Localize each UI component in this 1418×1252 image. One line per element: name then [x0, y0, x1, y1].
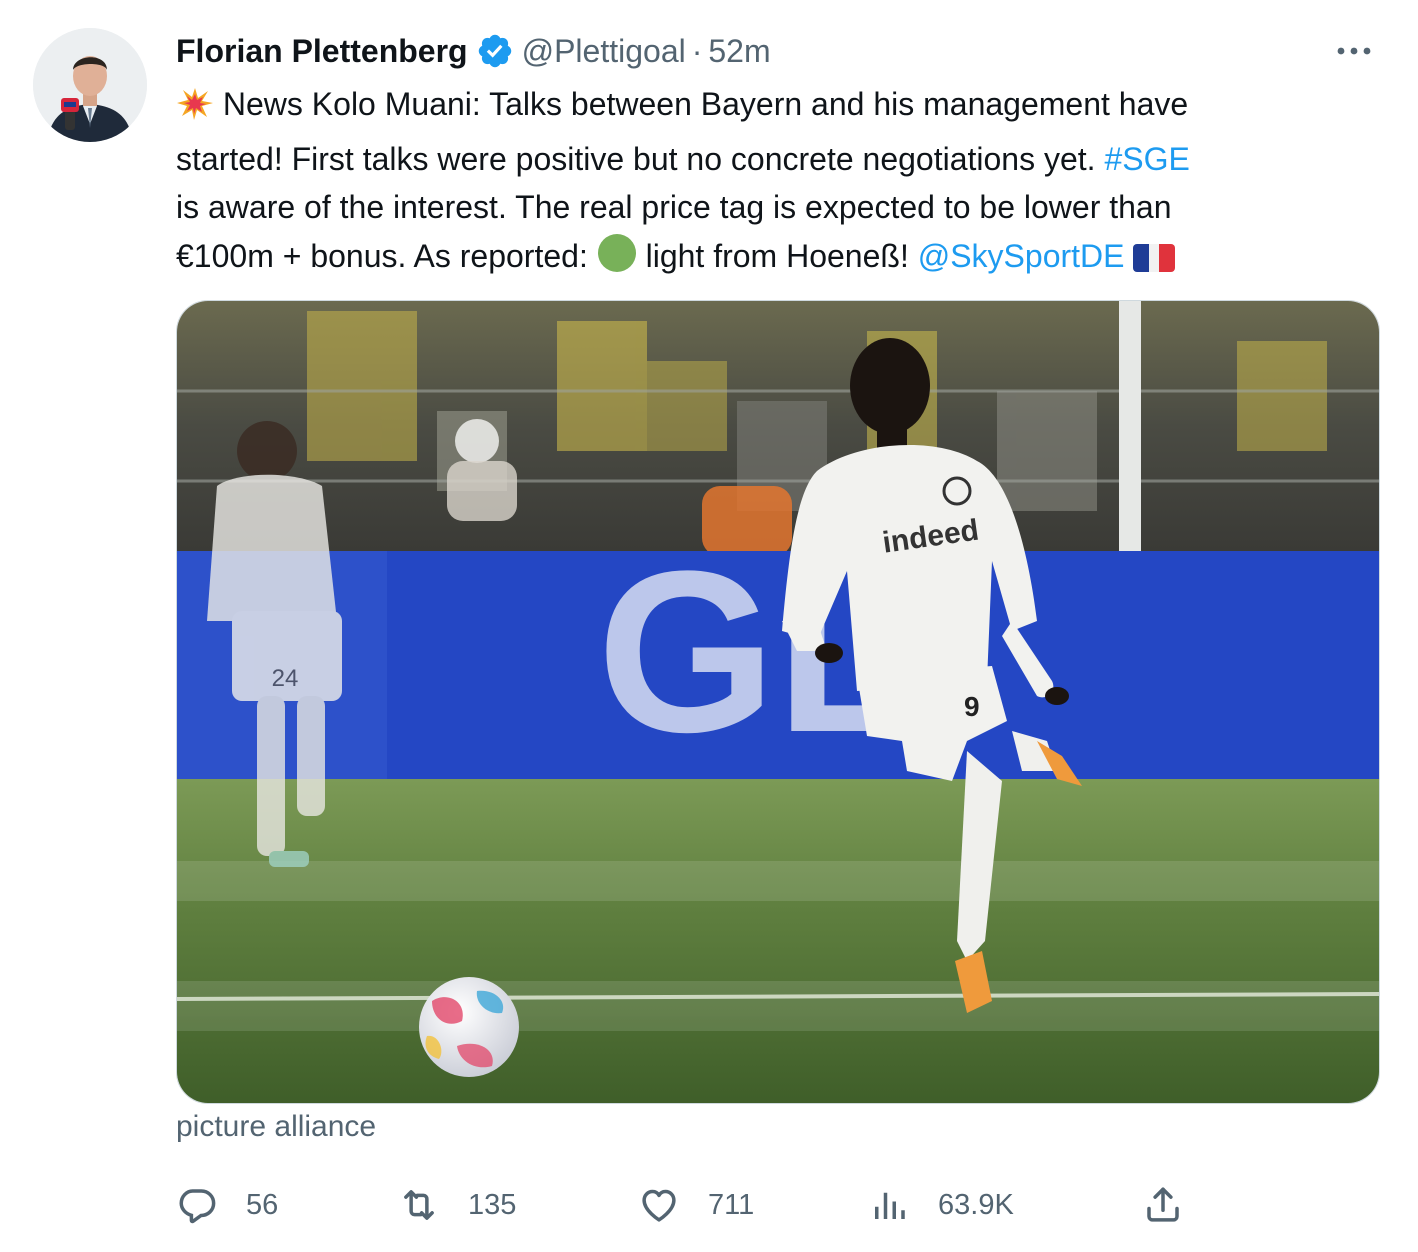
tweet-line-1-text: News Kolo Muani: Talks between Bayern an… [222, 86, 1189, 122]
display-name[interactable]: Florian Plettenberg [176, 33, 468, 70]
tweet-timestamp[interactable]: 52m [708, 33, 770, 70]
retweet-icon [398, 1184, 440, 1226]
tweet-line-4-text-b: light from Hoeneß! [645, 237, 918, 274]
shirt-number: 9 [964, 691, 980, 722]
bg-player-number: 24 [272, 665, 299, 692]
green-circle-emoji-icon [597, 233, 637, 287]
share-icon [1142, 1184, 1184, 1226]
share-button[interactable] [1142, 1180, 1212, 1230]
tweet-line-2: started! First talks were positive but n… [176, 135, 1376, 184]
reply-button[interactable]: 56 [176, 1180, 278, 1230]
retweet-button[interactable]: 135 [398, 1180, 516, 1230]
france-flag-emoji-icon [1133, 238, 1176, 287]
tweet-line-2-text: started! First talks were positive but n… [176, 140, 1105, 177]
tweet-text: News Kolo Muani: Talks between Bayern an… [176, 80, 1376, 286]
tweet-line-3: is aware of the interest. The real price… [176, 189, 1172, 225]
tweet-header: Florian Plettenberg @Plettigoal · 52m [176, 28, 771, 74]
heart-icon [638, 1184, 680, 1226]
retweet-count: 135 [468, 1188, 517, 1221]
tweet-line-1: News Kolo Muani: Talks between Bayern an… [176, 80, 1376, 135]
avatar[interactable] [33, 28, 147, 142]
collision-emoji-icon [176, 86, 214, 135]
tweet-line-4-text-a: €100m + bonus. As reported: [176, 237, 597, 274]
reply-icon [176, 1184, 218, 1226]
reply-count: 56 [246, 1188, 279, 1221]
author-handle[interactable]: @Plettigoal [522, 33, 686, 70]
tweet[interactable]: Florian Plettenberg @Plettigoal · 52m Ne… [0, 0, 1418, 1252]
views-count: 63.9K [938, 1188, 1014, 1221]
media-credit: picture alliance [176, 1110, 377, 1143]
hashtag-link[interactable]: #SGE [1104, 141, 1189, 177]
more-dots-icon[interactable] [1334, 34, 1374, 68]
verified-badge-icon[interactable] [476, 32, 514, 70]
tweet-line-4: €100m + bonus. As reported: light from H… [176, 232, 1376, 287]
like-count: 711 [708, 1188, 755, 1221]
like-button[interactable]: 711 [638, 1180, 754, 1230]
views-chart-icon [868, 1184, 910, 1226]
mention-link[interactable]: @SkySportDE [918, 238, 1125, 274]
tweet-media-photo[interactable]: GL 24 indeed 9 [176, 300, 1380, 1104]
header-separator: · [691, 32, 703, 69]
views-button[interactable]: 63.9K [868, 1180, 1014, 1230]
